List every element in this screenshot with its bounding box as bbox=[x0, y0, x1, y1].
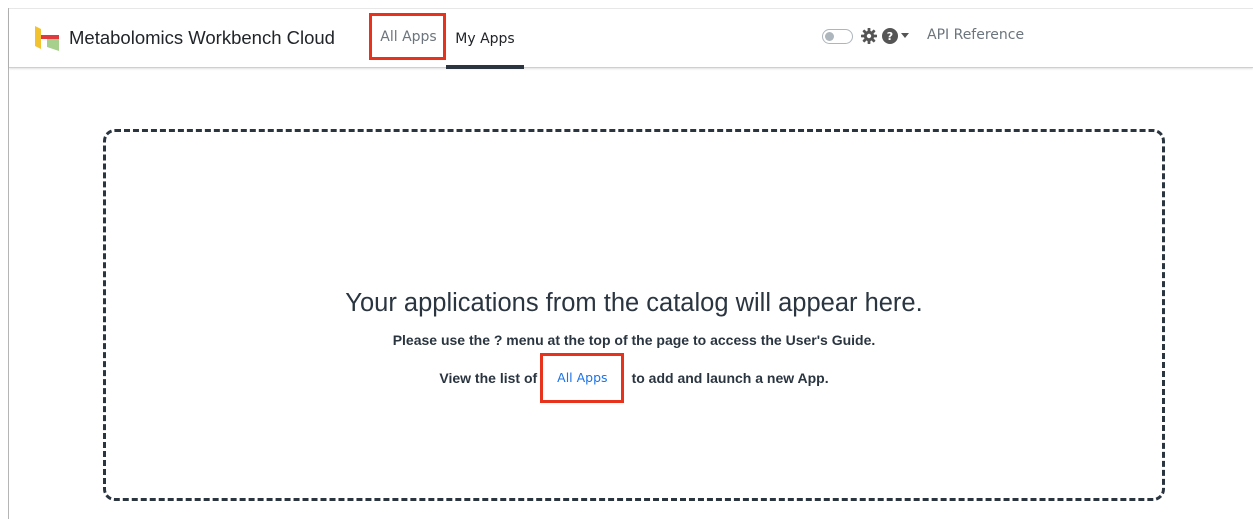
theme-toggle[interactable] bbox=[822, 29, 853, 44]
brand[interactable]: Metabolomics Workbench Cloud bbox=[35, 23, 335, 53]
chevron-down-icon[interactable] bbox=[901, 33, 909, 38]
tab-my-apps-label: My Apps bbox=[455, 30, 515, 47]
api-reference-link[interactable]: API Reference bbox=[927, 27, 1024, 43]
user-guide-hint: Please use the ? menu at the top of the … bbox=[392, 332, 876, 348]
question-circle-icon[interactable]: ? bbox=[881, 27, 899, 45]
cta-prefix: View the list of bbox=[439, 369, 538, 386]
gear-icon[interactable] bbox=[860, 27, 878, 45]
top-navbar: Metabolomics Workbench Cloud All Apps My… bbox=[9, 9, 1253, 69]
window-frame-left bbox=[8, 8, 9, 519]
cta-suffix: to add and launch a new App. bbox=[631, 369, 829, 386]
tab-all-apps[interactable]: All Apps bbox=[370, 13, 447, 60]
all-apps-link[interactable]: All Apps bbox=[551, 367, 613, 388]
active-tab-indicator bbox=[446, 65, 524, 69]
empty-state-panel: Your applications from the catalog will … bbox=[103, 129, 1165, 501]
cta-row: View the list of All Apps to add and lau… bbox=[106, 367, 1162, 388]
empty-state-headline: Your applications from the catalog will … bbox=[345, 289, 923, 317]
svg-text:?: ? bbox=[887, 30, 893, 43]
brand-name: Metabolomics Workbench Cloud bbox=[69, 27, 335, 48]
tab-my-apps[interactable]: My Apps bbox=[446, 9, 524, 69]
app-logo-icon bbox=[35, 26, 59, 51]
toggle-knob bbox=[825, 32, 834, 41]
